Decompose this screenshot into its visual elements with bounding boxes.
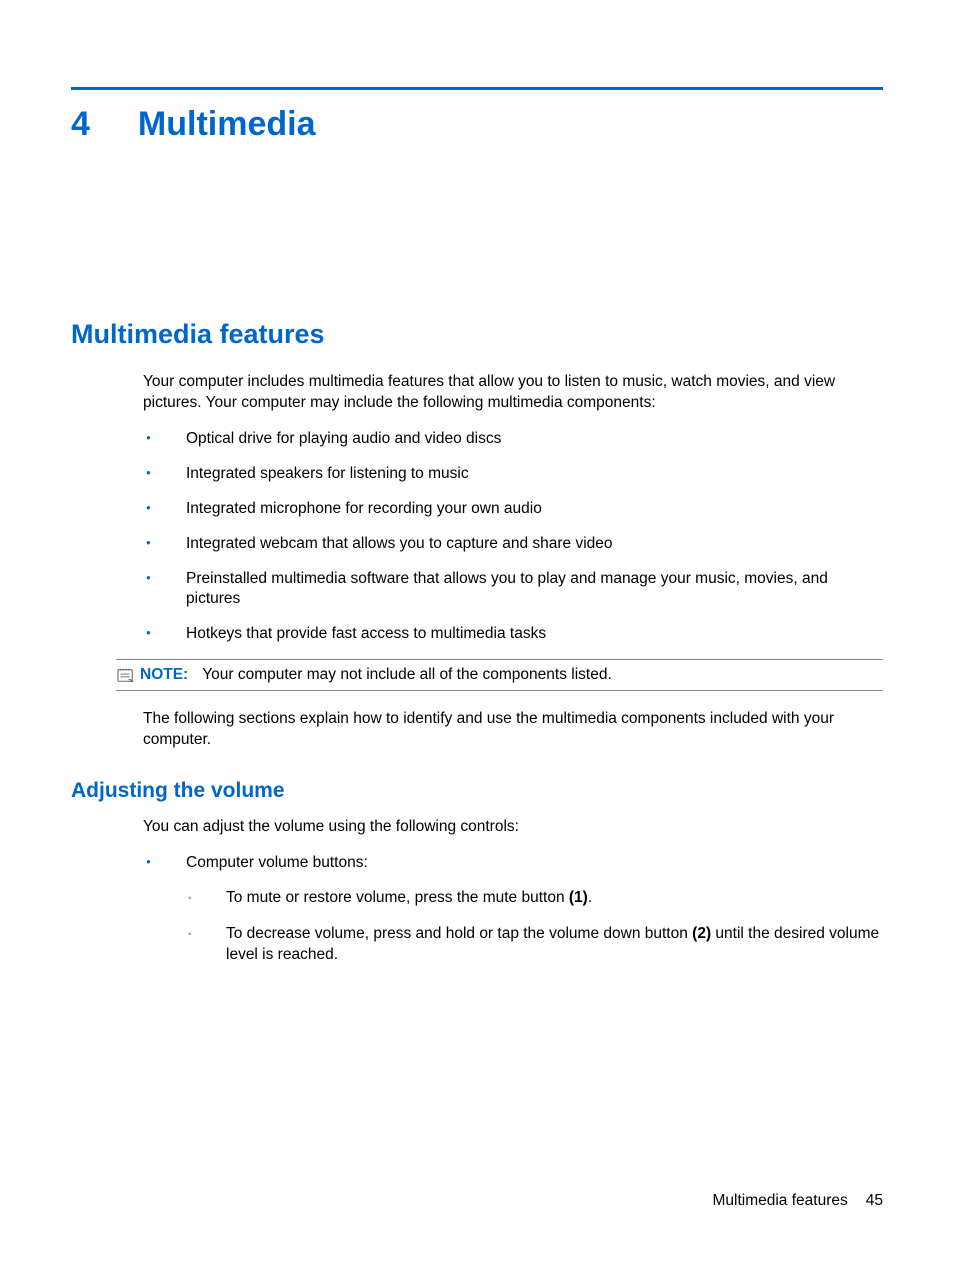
chapter-number: 4 bbox=[71, 105, 90, 144]
document-page: 4 Multimedia Multimedia features Your com… bbox=[0, 0, 954, 966]
sub-item-text-end: . bbox=[588, 889, 592, 906]
list-item: Integrated microphone for recording your… bbox=[143, 499, 883, 520]
list-item: Integrated speakers for listening to mus… bbox=[143, 464, 883, 485]
footer-section-title: Multimedia features bbox=[712, 1192, 847, 1209]
section-heading-adjusting-volume: Adjusting the volume bbox=[71, 779, 883, 803]
list-item-text: Computer volume buttons: bbox=[186, 854, 368, 871]
note-icon bbox=[116, 667, 136, 683]
volume-buttons-sublist: To mute or restore volume, press the mut… bbox=[186, 888, 883, 966]
list-item: Integrated webcam that allows you to cap… bbox=[143, 534, 883, 555]
chapter-heading: 4 Multimedia bbox=[71, 105, 883, 144]
sub-list-item: To decrease volume, press and hold or ta… bbox=[186, 924, 883, 966]
footer-page-number: 45 bbox=[866, 1192, 883, 1209]
sub-list-item: To mute or restore volume, press the mut… bbox=[186, 888, 883, 909]
button-reference: (1) bbox=[569, 889, 588, 906]
button-reference: (2) bbox=[692, 925, 711, 942]
chapter-title: Multimedia bbox=[138, 105, 316, 143]
sub-item-text: To decrease volume, press and hold or ta… bbox=[226, 925, 692, 942]
intro-paragraph: Your computer includes multimedia featur… bbox=[143, 372, 883, 414]
chapter-divider-rule bbox=[71, 87, 883, 90]
list-item: Optical drive for playing audio and vide… bbox=[143, 429, 883, 450]
note-label: NOTE: bbox=[140, 666, 188, 684]
component-list: Optical drive for playing audio and vide… bbox=[143, 429, 883, 645]
note-text: Your computer may not include all of the… bbox=[202, 666, 612, 684]
sub-item-text: To mute or restore volume, press the mut… bbox=[226, 889, 569, 906]
list-item: Hotkeys that provide fast access to mult… bbox=[143, 624, 883, 645]
volume-controls-list: Computer volume buttons: To mute or rest… bbox=[143, 853, 883, 966]
list-item: Preinstalled multimedia software that al… bbox=[143, 569, 883, 611]
page-footer: Multimedia features 45 bbox=[712, 1192, 883, 1210]
note-callout: NOTE: Your computer may not include all … bbox=[116, 659, 883, 691]
list-item: Computer volume buttons: To mute or rest… bbox=[143, 853, 883, 966]
section-heading-multimedia-features: Multimedia features bbox=[71, 319, 883, 350]
volume-intro-paragraph: You can adjust the volume using the foll… bbox=[143, 817, 883, 838]
outro-paragraph: The following sections explain how to id… bbox=[143, 709, 883, 751]
